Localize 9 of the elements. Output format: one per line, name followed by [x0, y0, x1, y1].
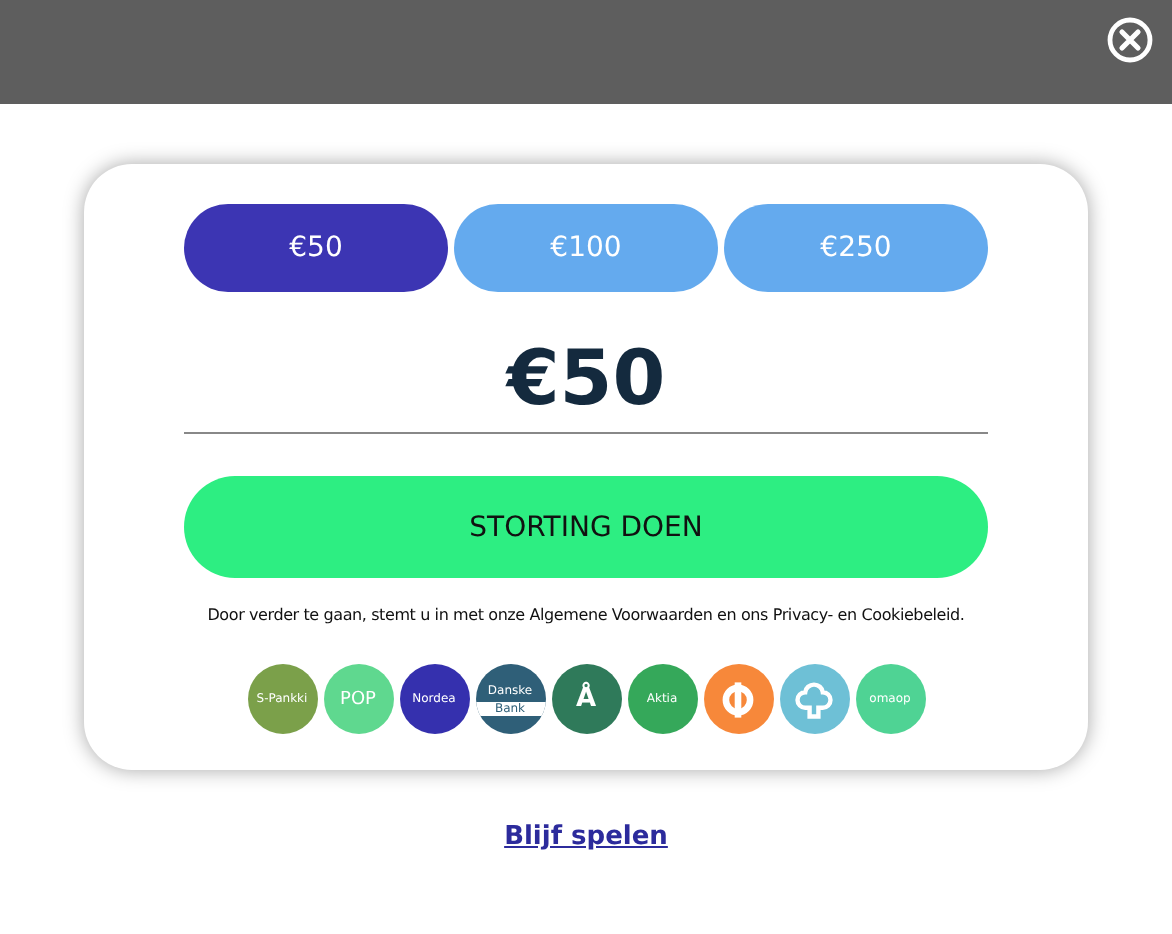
continue-playing-link[interactable]: Blijf spelen	[504, 822, 668, 852]
amount-button[interactable]: €50	[184, 204, 448, 292]
deposit-button[interactable]: STORTING DOEN	[184, 476, 988, 578]
amount-field[interactable]: €50	[184, 332, 988, 434]
bank-logo[interactable]: Å	[551, 664, 621, 734]
bank-logo[interactable]	[779, 664, 849, 734]
bank-logo[interactable]	[703, 664, 773, 734]
terms-text: Door verder te gaan, stemt u in met onze Algemene Voorwaarden en ons Privacy- en Cookiebeleid.	[205, 606, 967, 624]
close-icon[interactable]	[1106, 16, 1154, 64]
